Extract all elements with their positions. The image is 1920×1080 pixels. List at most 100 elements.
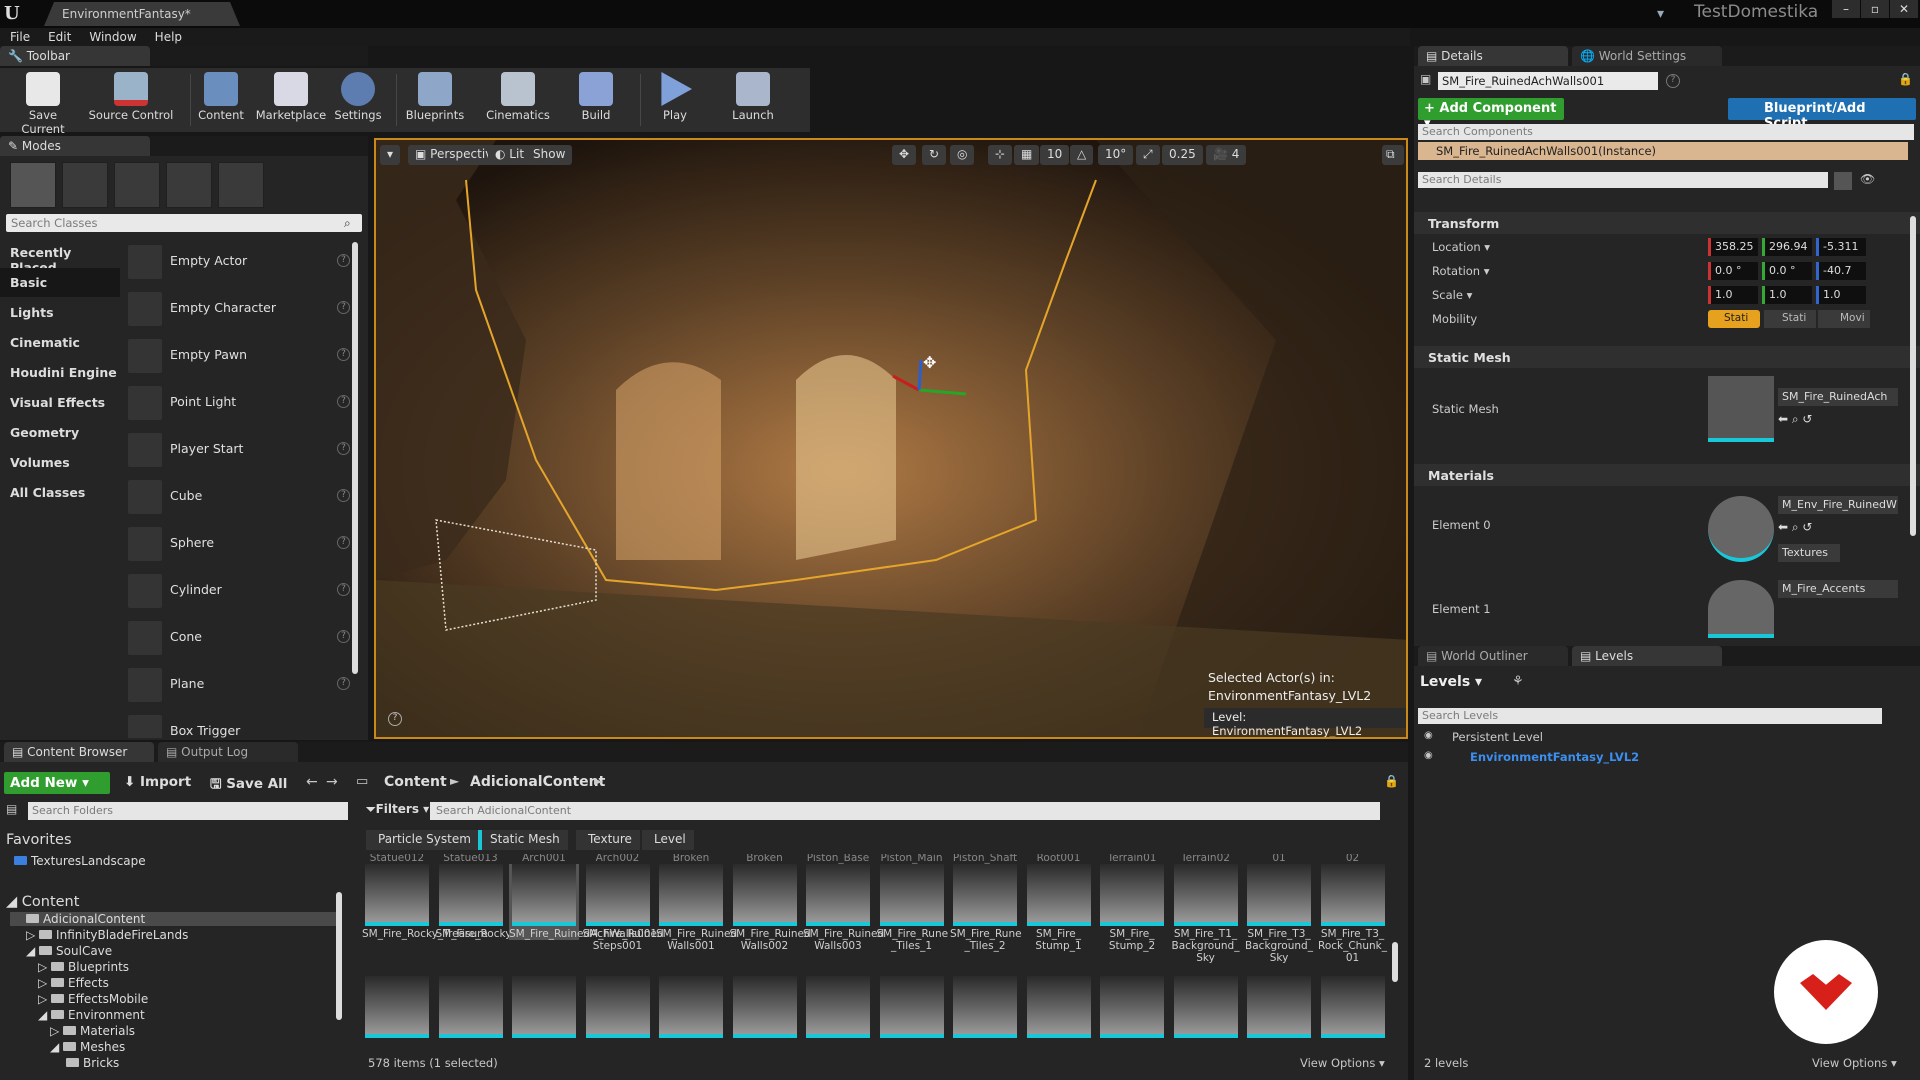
- breadcrumb-adicionalcontent[interactable]: AdicionalContent: [470, 774, 605, 790]
- asset-tile[interactable]: [803, 976, 873, 1038]
- landscape-mode-icon[interactable]: [114, 162, 160, 208]
- tree-materials[interactable]: ▷ Materials: [50, 1024, 135, 1038]
- document-tab[interactable]: EnvironmentFantasy*: [44, 2, 240, 26]
- asset-tile[interactable]: SM_Fire_ Stump_2: [1097, 864, 1167, 952]
- static-mesh-section-header[interactable]: Static Mesh: [1414, 346, 1920, 368]
- build-button[interactable]: Build: [572, 72, 620, 122]
- surface-snap-icon[interactable]: ⊹: [988, 145, 1013, 165]
- toolbar-tab[interactable]: 🔧 Toolbar: [0, 46, 150, 66]
- tree-effectsmobile[interactable]: ▷ EffectsMobile: [38, 992, 148, 1006]
- category-volumes[interactable]: Volumes: [0, 448, 120, 477]
- levels-view-options[interactable]: View Options ▾: [1812, 1056, 1897, 1070]
- asset-tile[interactable]: [656, 976, 726, 1038]
- rotation-snap-icon[interactable]: △: [1070, 145, 1094, 165]
- level-viewport[interactable]: ✥ ▾ ▣ Perspective ◐ Lit Show ✥ ↻ ◎ ⊹ ▦ 1…: [374, 138, 1408, 739]
- transform-section-header[interactable]: Transform: [1414, 212, 1920, 234]
- viewport-options-button[interactable]: ▾: [380, 145, 400, 165]
- lock-icon[interactable]: 🔒: [1898, 72, 1913, 86]
- actor-item[interactable]: Point Light?: [124, 381, 356, 423]
- settings-button[interactable]: Settings: [332, 72, 384, 122]
- save-all-button[interactable]: 🖫 Save All: [210, 774, 287, 797]
- menu-file[interactable]: File: [10, 30, 30, 44]
- tree-blueprints[interactable]: ▷ Blueprints: [38, 960, 129, 974]
- actor-item[interactable]: Player Start?: [124, 428, 356, 470]
- asset-tile[interactable]: [877, 976, 947, 1038]
- world-settings-tab[interactable]: 🌐 World Settings: [1572, 46, 1722, 66]
- grid-snap-icon[interactable]: ▦: [1014, 145, 1040, 165]
- tree-soulcave[interactable]: ◢ SoulCave: [26, 944, 112, 958]
- level-row-environmentfantasy[interactable]: EnvironmentFantasy_LVL2: [1418, 748, 1918, 766]
- level-row-persistent[interactable]: Persistent Level: [1418, 728, 1918, 746]
- component-instance-row[interactable]: SM_Fire_RuinedAchWalls001(Instance): [1418, 142, 1908, 160]
- tree-environment[interactable]: ◢ Environment: [38, 1008, 145, 1022]
- category-cinematic[interactable]: Cinematic: [0, 328, 120, 357]
- asset-tile[interactable]: [509, 976, 579, 1038]
- show-button[interactable]: Show: [526, 145, 573, 165]
- asset-tile[interactable]: [1024, 976, 1094, 1038]
- menu-help[interactable]: Help: [155, 30, 182, 44]
- rotation-label[interactable]: Rotation ▾: [1432, 264, 1490, 278]
- help-icon[interactable]: ?: [337, 254, 350, 267]
- help-icon[interactable]: ?: [1666, 74, 1680, 88]
- location-label[interactable]: Location ▾: [1432, 240, 1490, 254]
- scale-x[interactable]: 1.0: [1708, 286, 1758, 304]
- asset-tile[interactable]: [1171, 976, 1241, 1038]
- actor-item[interactable]: Empty Character?: [124, 287, 356, 329]
- add-component-button[interactable]: + Add Component ▾: [1418, 98, 1564, 131]
- asset-tile[interactable]: SM_Fire_T3_ Rock_Chunk_ 01: [1318, 864, 1388, 964]
- filter-particle-system[interactable]: Particle System: [366, 830, 479, 850]
- help-icon[interactable]: ?: [337, 536, 350, 549]
- asset-tile[interactable]: [583, 976, 653, 1038]
- asset-tile[interactable]: [1318, 976, 1388, 1038]
- element1-thumbnail[interactable]: [1708, 580, 1774, 638]
- asset-tile[interactable]: SM_Fire_T3_ Background_ Sky: [1244, 864, 1314, 964]
- filters-dropdown[interactable]: ⏷Filters ▾: [366, 802, 429, 817]
- search-content-input[interactable]: Search AdicionalContent: [430, 802, 1380, 820]
- asset-tile[interactable]: [950, 976, 1020, 1038]
- filter-texture[interactable]: Texture: [576, 830, 640, 850]
- rotate-tool-icon[interactable]: ↻: [922, 145, 947, 165]
- actor-item[interactable]: Cone?: [124, 616, 356, 658]
- help-icon[interactable]: ?: [337, 348, 350, 361]
- grid-snap-value[interactable]: 10: [1040, 145, 1070, 165]
- visibility-eye-icon[interactable]: ◉: [1424, 750, 1433, 761]
- back-arrow-icon[interactable]: ←: [306, 774, 318, 790]
- foliage-mode-icon[interactable]: [166, 162, 212, 208]
- details-scrollbar[interactable]: [1910, 216, 1916, 536]
- use-selected-icon[interactable]: ⬅ ⌕ ↺: [1778, 520, 1812, 535]
- levels-dropdown[interactable]: Levels ▾: [1420, 674, 1482, 690]
- actor-item[interactable]: Empty Pawn?: [124, 334, 356, 376]
- scale-z[interactable]: 1.0: [1816, 286, 1866, 304]
- world-outliner-tab[interactable]: ▤ World Outliner: [1418, 646, 1568, 666]
- source-control-button[interactable]: Source Control: [88, 72, 174, 122]
- element1-dropdown[interactable]: M_Fire_Accents: [1778, 580, 1898, 598]
- lock-icon[interactable]: 🔒: [1384, 774, 1399, 788]
- actor-item[interactable]: Cylinder?: [124, 569, 356, 611]
- filter-static-mesh[interactable]: Static Mesh: [478, 830, 568, 850]
- help-icon[interactable]: ?: [337, 489, 350, 502]
- asset-tile[interactable]: SM_Fire_Ruined Walls001: [656, 864, 737, 952]
- favorites-header[interactable]: Favorites: [6, 832, 72, 848]
- scale-y[interactable]: 1.0: [1762, 286, 1812, 304]
- search-details-input[interactable]: Search Details: [1418, 172, 1828, 188]
- actor-name-input[interactable]: SM_Fire_RuinedAchWalls001: [1438, 72, 1658, 90]
- folder-tree-scrollbar[interactable]: [336, 892, 342, 1020]
- asset-tile[interactable]: SM_Fire_Ruined Walls003: [803, 864, 884, 952]
- actor-item[interactable]: Empty Actor?: [124, 240, 356, 282]
- tree-bricks[interactable]: Bricks: [66, 1056, 119, 1070]
- element0-dropdown[interactable]: M_Env_Fire_RuinedW: [1778, 496, 1898, 514]
- launch-button[interactable]: Launch: [726, 72, 780, 122]
- scale-label[interactable]: Scale ▾: [1432, 288, 1472, 302]
- element0-thumbnail[interactable]: [1708, 496, 1774, 562]
- cinematics-button[interactable]: Cinematics: [480, 72, 556, 122]
- forward-arrow-icon[interactable]: →: [326, 774, 338, 790]
- rotation-snap-value[interactable]: 10°: [1098, 145, 1134, 165]
- translate-tool-icon[interactable]: ✥: [892, 145, 917, 165]
- actor-item[interactable]: Box Trigger: [124, 710, 356, 738]
- world-local-icon[interactable]: ◎: [950, 145, 975, 165]
- actor-item[interactable]: Cube?: [124, 475, 356, 517]
- actor-item[interactable]: Sphere?: [124, 522, 356, 564]
- asset-tile[interactable]: SM_Fire_Rocky_Treasure: [362, 864, 488, 940]
- category-geometry[interactable]: Geometry: [0, 418, 120, 447]
- minimize-button[interactable]: –: [1832, 0, 1860, 18]
